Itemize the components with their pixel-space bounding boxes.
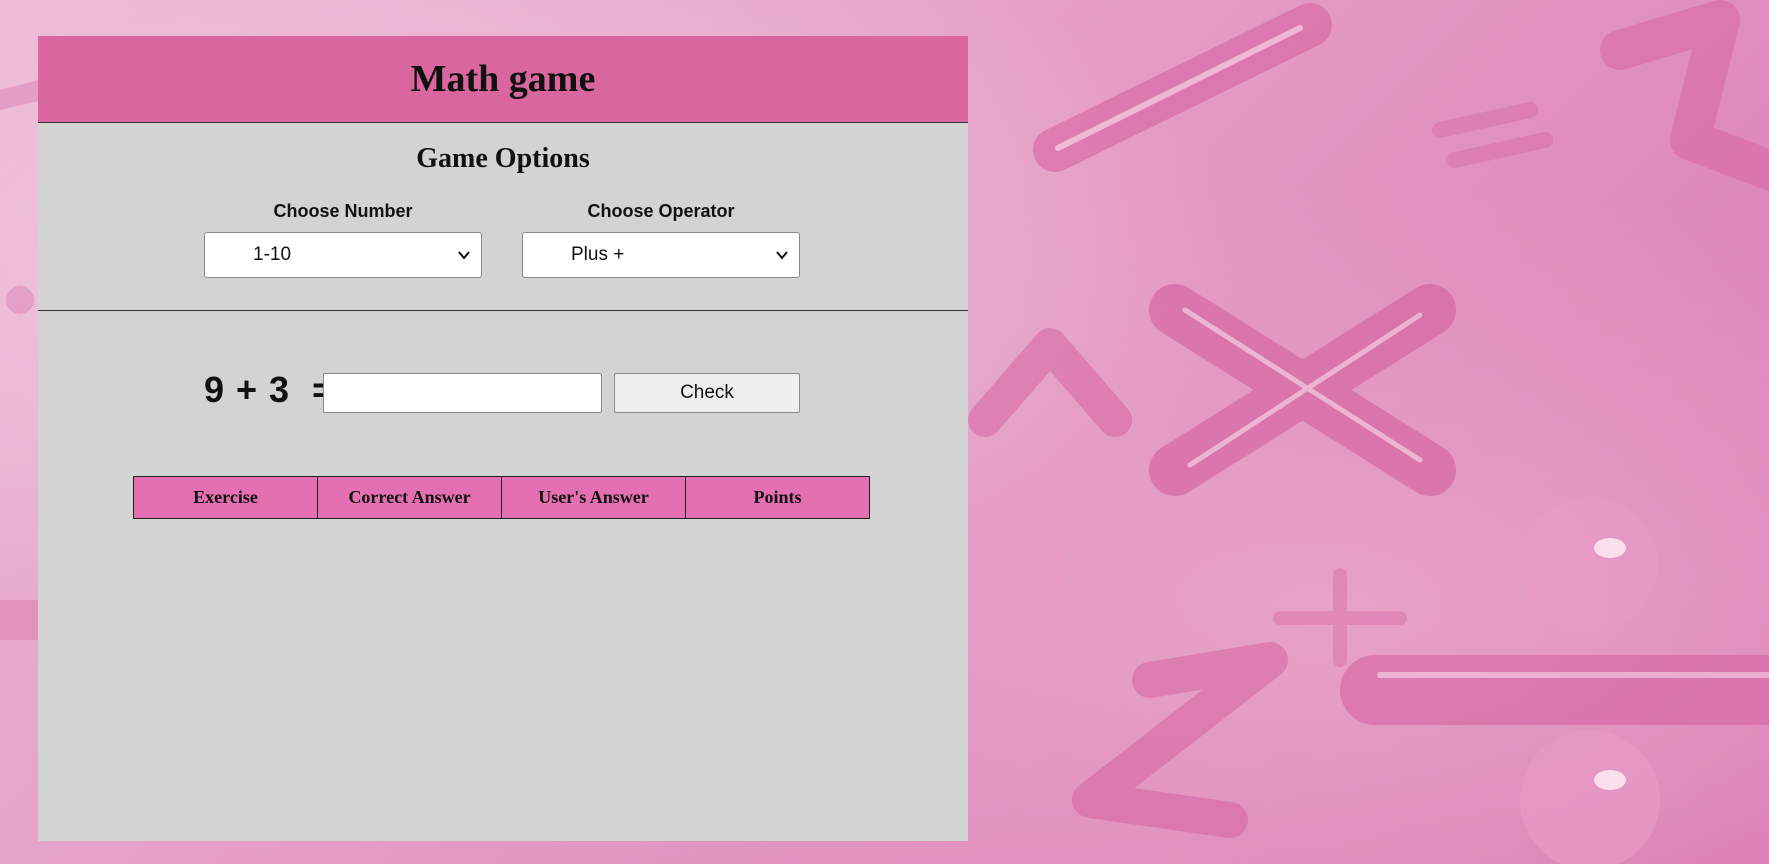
game-panel: Math game Game Options Choose Number 1-1…: [38, 36, 968, 841]
chevron-down-icon: [458, 251, 470, 260]
results-table: Exercise Correct Answer User's Answer Po…: [133, 476, 870, 519]
exercise-text: 9 + 3 =: [204, 369, 335, 410]
number-label: Choose Number: [273, 201, 413, 221]
operator-label: Choose Operator: [587, 201, 735, 221]
operator-option: Choose Operator Plus +: [522, 201, 800, 278]
chevron-down-icon: [776, 251, 788, 260]
table-header-row: Exercise Correct Answer User's Answer Po…: [133, 476, 870, 519]
check-button[interactable]: Check: [614, 373, 800, 413]
exercise-row: 9 + 3 = Check: [38, 369, 968, 413]
column-header-exercise: Exercise: [133, 476, 318, 519]
answer-input[interactable]: [323, 373, 602, 413]
operator-select[interactable]: Plus +: [522, 232, 800, 278]
game-options-section: Game Options: [38, 123, 968, 311]
column-header-users-answer: User's Answer: [501, 476, 686, 519]
number-select-value: 1-10: [253, 244, 292, 265]
column-header-correct-answer: Correct Answer: [317, 476, 502, 519]
operator-select-value: Plus +: [571, 244, 625, 265]
number-select[interactable]: 1-10: [204, 232, 482, 278]
page-title: Math game: [410, 58, 596, 100]
header: Math game: [38, 36, 968, 123]
column-header-points: Points: [685, 476, 870, 519]
options-title: Game Options: [416, 143, 590, 174]
number-option: Choose Number 1-10: [204, 201, 482, 278]
